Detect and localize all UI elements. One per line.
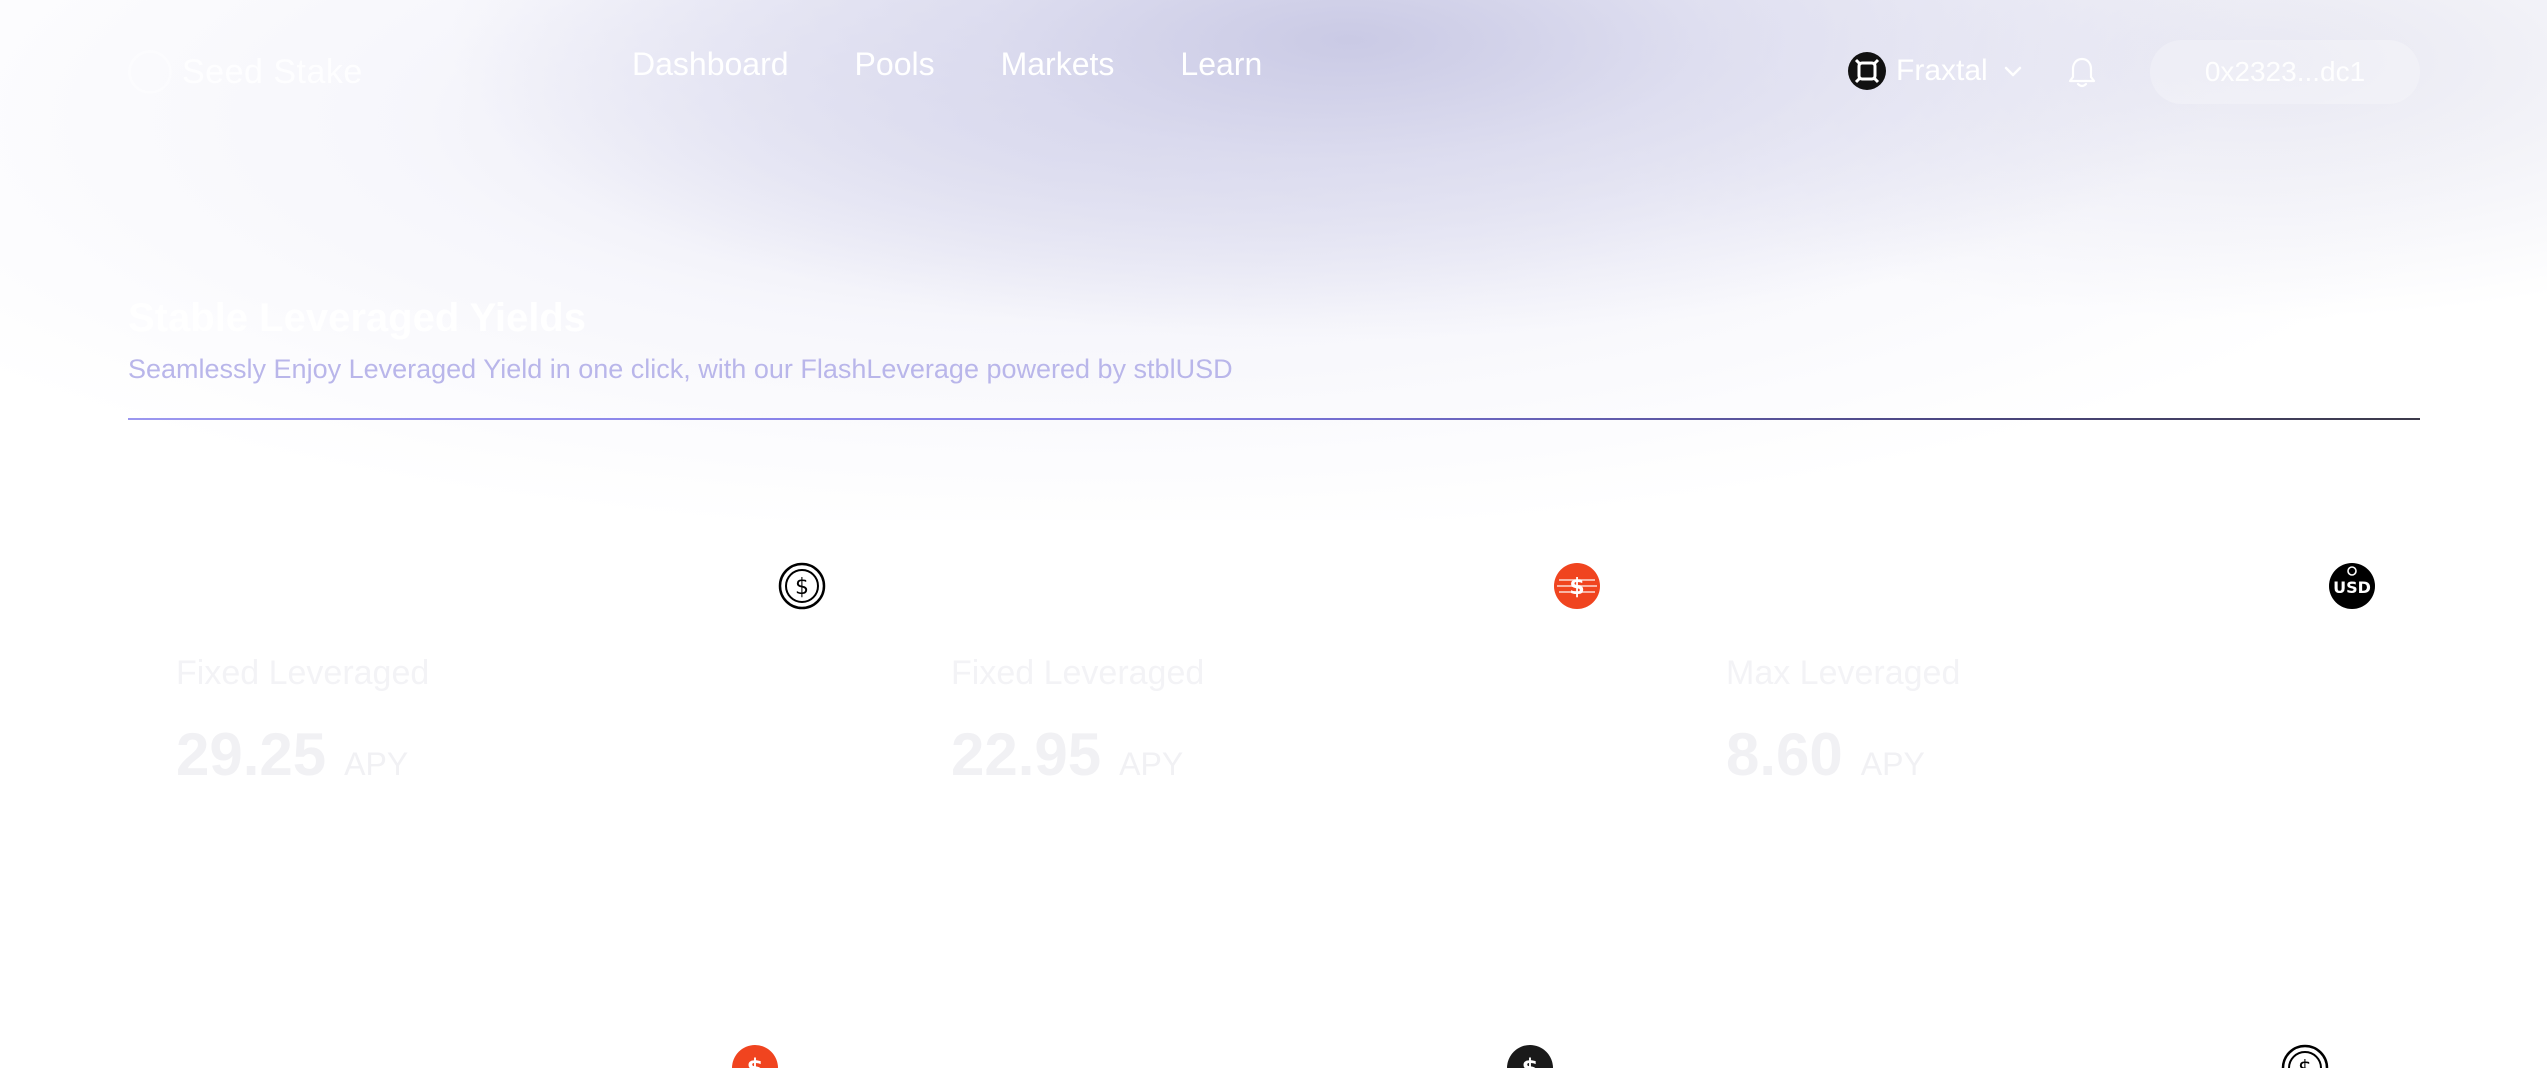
yield-card[interactable]: $ Fixed Leveraged 29.25 APY <box>128 562 848 882</box>
svg-text:$: $ <box>2298 1057 2312 1068</box>
section-title: Stable Leveraged Yields <box>128 296 586 340</box>
svg-text:$: $ <box>1569 575 1584 600</box>
network-selector[interactable]: Fraxtal <box>1848 52 2024 90</box>
usdc-icon: $ <box>778 562 826 610</box>
section-divider <box>128 418 2420 420</box>
logo[interactable]: Seed Stake <box>128 48 363 96</box>
top-header: Seed Stake Dashboard Pools Markets Learn… <box>0 0 2547 142</box>
card-label: Max Leveraged <box>1726 654 1961 692</box>
card-label: Fixed Leveraged <box>951 654 1205 692</box>
nav-learn[interactable]: Learn <box>1180 46 1262 83</box>
card-apy: 8.60 APY <box>1726 720 1925 789</box>
section-subtitle: Seamlessly Enjoy Leveraged Yield in one … <box>128 354 1233 384</box>
stable-token-icon: $ <box>732 1045 778 1068</box>
svg-text:$: $ <box>795 575 809 600</box>
dollar-icon: $ <box>1507 1045 1553 1068</box>
nav-markets[interactable]: Markets <box>1001 46 1115 83</box>
stable-token-icon: $ <box>1554 563 1600 609</box>
svg-text:$: $ <box>1522 1054 1539 1068</box>
card-label: Fixed Leveraged <box>176 654 430 692</box>
chevron-down-icon <box>2004 66 2021 77</box>
wallet-button[interactable]: 0x2323...dc1 <box>2150 40 2420 104</box>
usd-icon: USD <box>2329 563 2375 609</box>
svg-text:$: $ <box>747 1054 764 1068</box>
nav-dashboard[interactable]: Dashboard <box>632 46 789 83</box>
apy-value: 22.95 <box>951 721 1102 788</box>
usdc-icon: $ <box>2281 1044 2329 1068</box>
notification-bell-icon[interactable] <box>2066 56 2098 90</box>
yield-card[interactable]: USD Max Leveraged 8.60 APY <box>1678 562 2398 882</box>
card-apy: 22.95 APY <box>951 720 1183 789</box>
svg-text:USD: USD <box>2333 578 2371 597</box>
yield-card[interactable]: $ Fixed Leveraged 22.95 APY <box>903 562 1623 882</box>
main-nav: Dashboard Pools Markets Learn <box>632 46 1262 83</box>
apy-value: 8.60 <box>1726 721 1843 788</box>
fraxtal-icon <box>1848 52 1886 90</box>
apy-value: 29.25 <box>176 721 327 788</box>
apy-unit: APY <box>1860 746 1925 782</box>
apy-unit: APY <box>1119 746 1184 782</box>
apy-unit: APY <box>344 746 409 782</box>
logo-text: Seed Stake <box>182 52 363 91</box>
wallet-address: 0x2323...dc1 <box>2204 56 2366 87</box>
logo-icon <box>128 50 172 94</box>
network-label: Fraxtal <box>1896 54 1988 87</box>
card-apy: 29.25 APY <box>176 720 408 789</box>
nav-pools[interactable]: Pools <box>855 46 935 83</box>
